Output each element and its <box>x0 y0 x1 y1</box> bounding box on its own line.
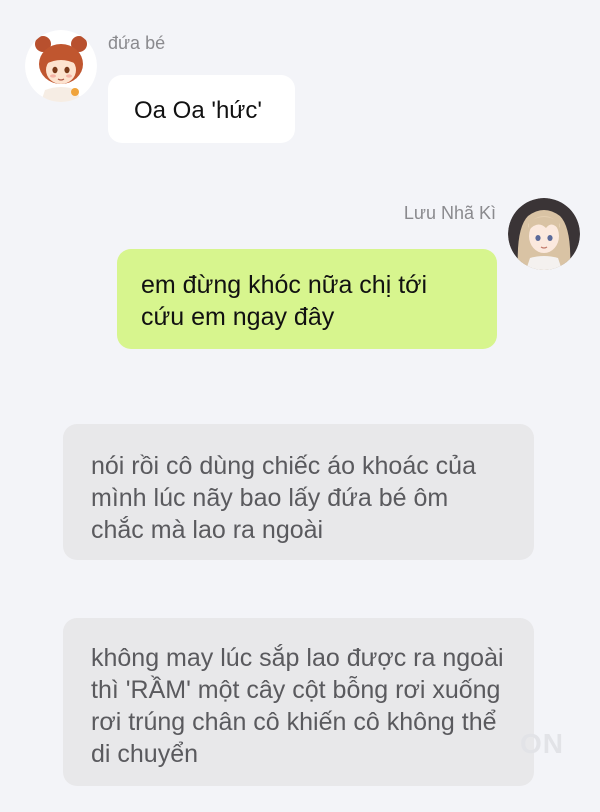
sender-name: đứa bé <box>108 33 166 53</box>
narration-text: nói rồi cô dùng chiếc áo khoác của mình … <box>91 452 476 544</box>
narration-box: nói rồi cô dùng chiếc áo khoác của mình … <box>63 424 534 560</box>
sender-name: Lưu Nhã Kì <box>403 203 496 223</box>
message-text: Oa Oa 'hức' <box>134 97 262 124</box>
watermark-logo: ON <box>520 728 564 759</box>
narration-box: không may lúc sắp lao được ra ngoài thì … <box>63 618 534 786</box>
baby-avatar-icon[interactable] <box>25 30 97 102</box>
outgoing-message-bubble: em đừng khóc nữa chị tới cứu em ngay đây <box>117 249 497 349</box>
girl-avatar-icon[interactable] <box>508 198 580 270</box>
chat-screen: đứa bé Oa Oa 'hức' Lưu Nhã Kì em đừng kh… <box>0 0 600 812</box>
incoming-message-bubble: Oa Oa 'hức' <box>108 75 295 143</box>
message-text: em đừng khóc nữa chị tới cứu em ngay đây <box>141 271 428 331</box>
narration-text: không may lúc sắp lao được ra ngoài thì … <box>91 644 504 768</box>
